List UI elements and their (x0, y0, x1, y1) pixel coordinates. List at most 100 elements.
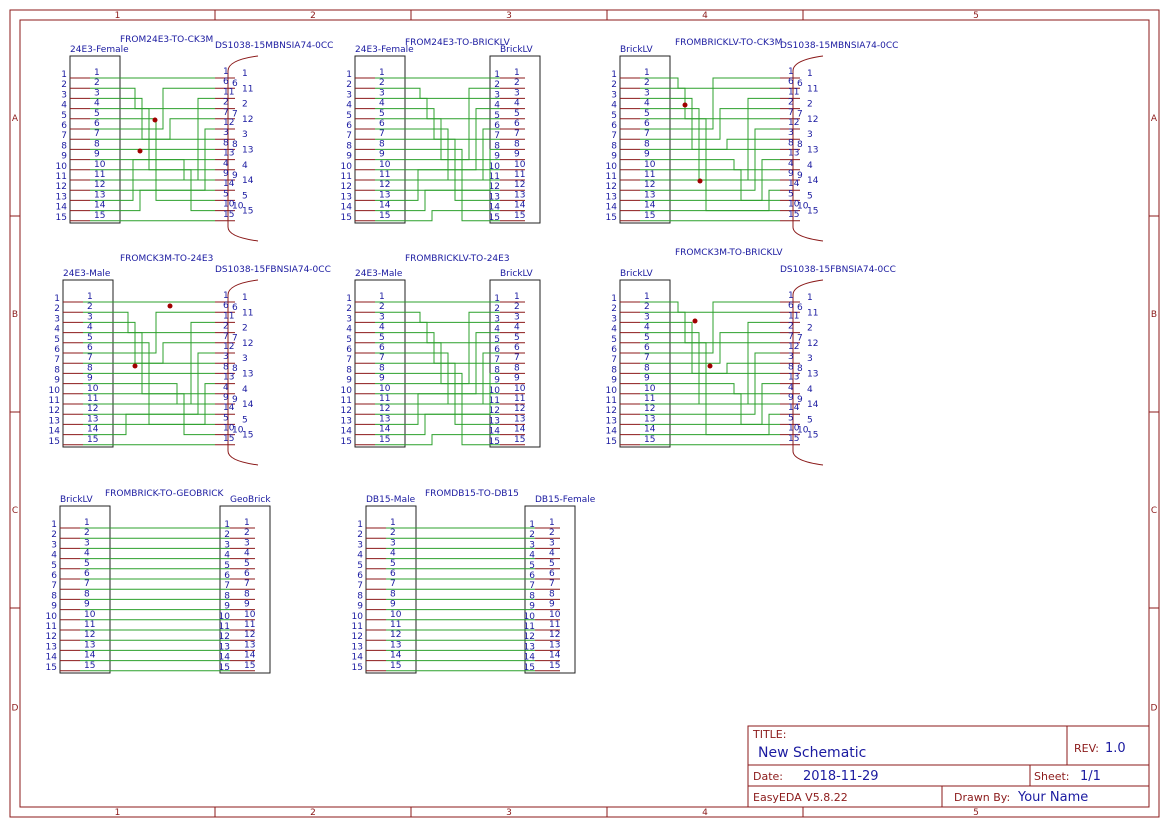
dsub-outer-pin-label: 4 (807, 385, 813, 395)
dsub-outer-pin-label: 1 (242, 69, 248, 79)
left-pin-outer-label: 6 (357, 571, 363, 581)
dsub-inner-pin-label: 10 (232, 425, 244, 435)
left-connector-label: 24E3-Male (355, 269, 403, 279)
left-pin-inner-label: 5 (87, 333, 93, 343)
dsub-pin-label: 3 (223, 352, 229, 362)
left-pin-outer-label: 15 (56, 213, 67, 223)
left-pin-inner-label: 11 (87, 394, 98, 404)
left-pin-inner-label: 5 (390, 559, 396, 569)
wire (640, 311, 780, 344)
right-pin-inner-label: 14 (549, 651, 561, 661)
drawn-by-label: Drawn By: (954, 791, 1010, 804)
right-pin-inner-label: 6 (514, 343, 520, 353)
left-pin-inner-label: 8 (379, 363, 385, 373)
left-pin-inner-label: 15 (390, 661, 401, 671)
left-connector-label: BrickLV (620, 45, 654, 55)
dsub-outer-pin-label: 1 (807, 293, 813, 303)
junction-dot (682, 102, 688, 108)
junction-dot (707, 363, 713, 369)
left-pin-outer-label: 7 (51, 581, 57, 591)
connector-block: FROMBRICK-TO-GEOBRICKBrickLV1 12 23 34 45 56 6… (46, 489, 271, 674)
right-pin-inner-label: 11 (549, 620, 560, 630)
left-pin-inner-label: 4 (87, 323, 93, 333)
left-pin-inner-label: 8 (379, 139, 385, 149)
left-pin-outer-label: 3 (346, 314, 352, 324)
wire (640, 77, 780, 130)
left-pin-inner-label: 2 (84, 528, 90, 538)
left-pin-outer-label: 2 (346, 304, 352, 314)
left-pin-outer-label: 15 (341, 437, 352, 447)
left-pin-outer-label: 8 (357, 591, 363, 601)
left-pin-outer-label: 14 (606, 427, 618, 437)
wire (375, 148, 500, 222)
right-pin-inner-label: 12 (244, 630, 255, 640)
zone-row-right: A (1151, 114, 1158, 124)
left-pin-inner-label: 3 (644, 88, 650, 98)
wire (640, 383, 780, 395)
dsub-pin-label: 6 (788, 301, 794, 311)
left-connector-label: 24E3-Female (70, 45, 129, 55)
date-label: Date: (753, 770, 783, 783)
title-value: New Schematic (758, 745, 866, 761)
left-pin-outer-label: 2 (54, 304, 60, 314)
left-pin-outer-label: 4 (357, 551, 363, 561)
dsub-outer-pin-label: 11 (807, 308, 818, 318)
left-pin-outer-label: 8 (346, 141, 352, 151)
left-pin-outer-label: 11 (606, 396, 617, 406)
zone-col-bottom: 1 (115, 808, 121, 818)
left-pin-inner-label: 4 (94, 99, 100, 109)
left-pin-outer-label: 8 (346, 365, 352, 375)
left-pin-inner-label: 3 (379, 88, 385, 98)
dsub-outer-pin-label: 13 (807, 370, 818, 380)
left-pin-outer-label: 1 (346, 70, 352, 80)
dsub-outer-pin-label: 11 (242, 308, 253, 318)
left-pin-inner-label: 9 (94, 150, 100, 160)
left-pin-outer-label: 11 (341, 396, 352, 406)
left-pin-outer-label: 9 (346, 376, 352, 386)
left-pin-outer-label: 10 (49, 386, 61, 396)
left-pin-inner-label: 6 (84, 569, 90, 579)
wire (375, 169, 500, 201)
zone-row-left: A (12, 114, 19, 124)
wire (640, 87, 780, 120)
wire (640, 332, 780, 364)
left-pin-inner-label: 6 (390, 569, 396, 579)
left-pin-inner-label: 10 (644, 160, 656, 170)
dsub-outer-pin-label: 2 (242, 324, 248, 334)
dsub-pin-label: 5 (223, 413, 229, 423)
dsub-outer-pin-label: 12 (242, 115, 253, 125)
dsub-inner-pin-label: 10 (797, 201, 809, 211)
dsub-outer-pin-label: 14 (807, 400, 819, 410)
dsub-pin-label: 5 (223, 189, 229, 199)
zone-col-top: 4 (702, 11, 708, 21)
left-pin-inner-label: 12 (644, 180, 655, 190)
left-pin-outer-label: 4 (611, 325, 617, 335)
dsub-pin-label: 4 (788, 383, 794, 393)
left-pin-inner-label: 13 (87, 414, 98, 424)
right-pin-inner-label: 11 (244, 620, 255, 630)
left-pin-outer-label: 7 (346, 355, 352, 365)
left-pin-inner-label: 15 (379, 435, 390, 445)
left-pin-inner-label: 7 (94, 129, 100, 139)
right-pin-inner-label: 7 (244, 579, 250, 589)
left-pin-inner-label: 9 (87, 374, 93, 384)
wire (640, 342, 780, 436)
left-pin-outer-label: 13 (56, 192, 67, 202)
right-pin-inner-label: 4 (244, 549, 250, 559)
left-pin-outer-label: 12 (341, 182, 352, 192)
left-pin-outer-label: 11 (352, 622, 363, 632)
dsub-pin-label: 4 (223, 383, 229, 393)
left-pin-outer-label: 1 (61, 70, 67, 80)
left-pin-outer-label: 15 (341, 213, 352, 223)
dsub-inner-pin-label: 10 (797, 425, 809, 435)
right-pin-inner-label: 8 (514, 363, 520, 373)
dsub-outer-pin-label: 15 (807, 431, 818, 441)
left-pin-outer-label: 4 (611, 101, 617, 111)
left-pin-inner-label: 1 (84, 518, 90, 528)
right-pin-inner-label: 13 (514, 414, 525, 424)
left-pin-outer-label: 12 (56, 182, 67, 192)
dsub-outer-pin-label: 5 (242, 415, 248, 425)
left-pin-inner-label: 12 (644, 404, 655, 414)
zone-col-top: 1 (115, 11, 121, 21)
left-pin-outer-label: 4 (346, 101, 352, 111)
